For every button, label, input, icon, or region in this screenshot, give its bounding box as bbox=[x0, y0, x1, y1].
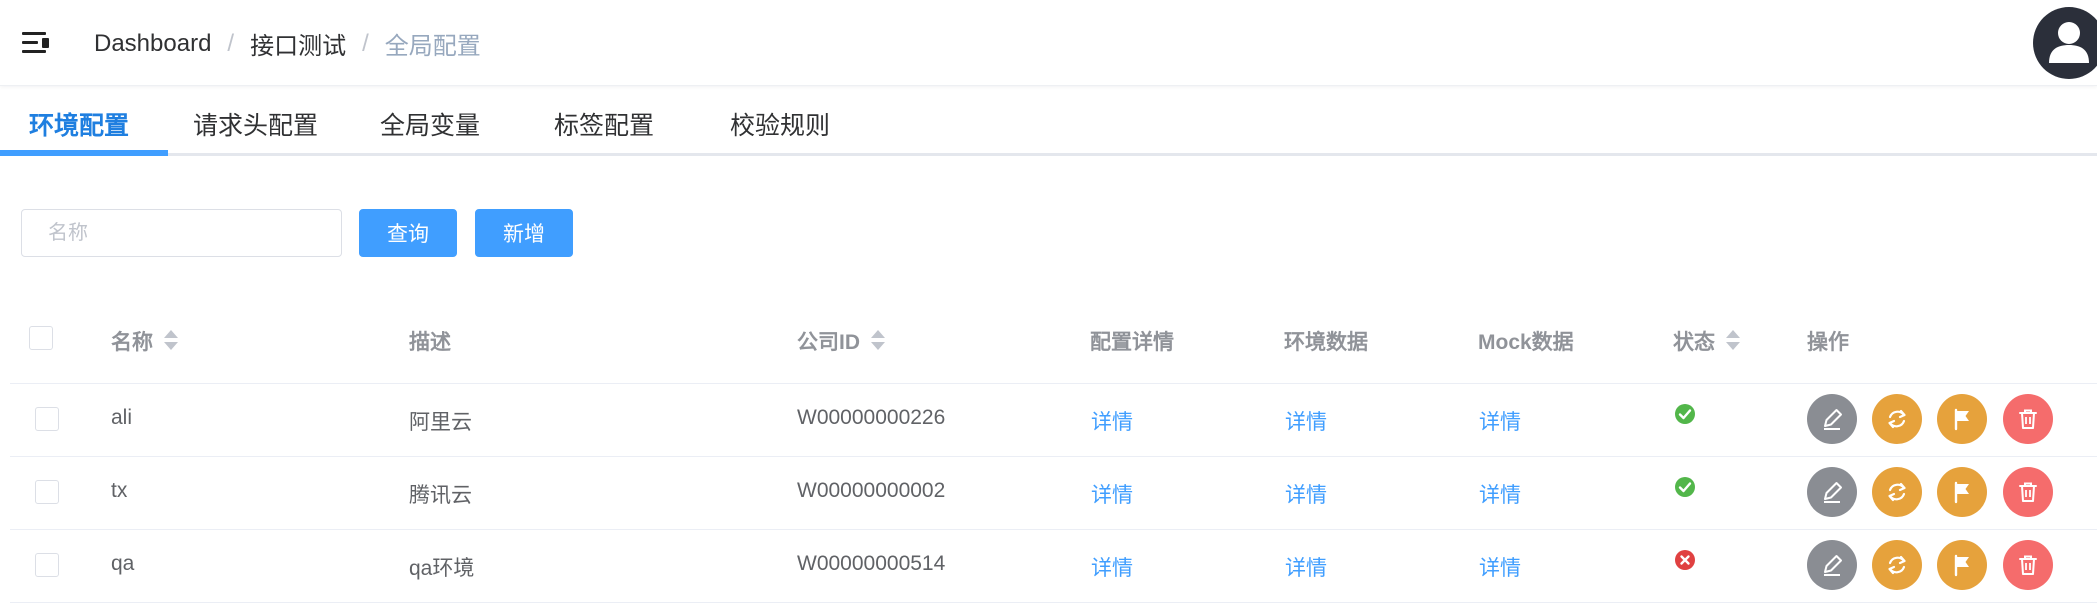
column-header-status[interactable]: 状态 bbox=[1673, 326, 1741, 356]
config-detail-link[interactable]: 详情 bbox=[1091, 479, 1133, 509]
sync-button[interactable] bbox=[1872, 394, 1922, 444]
trash-icon bbox=[2019, 482, 2037, 502]
breadcrumb-dashboard[interactable]: Dashboard bbox=[94, 30, 211, 58]
flag-icon bbox=[1954, 481, 1969, 504]
row-checkbox[interactable] bbox=[35, 553, 59, 577]
add-button[interactable]: 新增 bbox=[475, 209, 573, 257]
cell-name: ali bbox=[111, 406, 133, 429]
mock-data-link[interactable]: 详情 bbox=[1479, 406, 1521, 436]
edit-button[interactable] bbox=[1807, 467, 1857, 517]
breadcrumb-separator: / bbox=[362, 29, 369, 57]
cell-desc: qa环境 bbox=[409, 557, 475, 580]
delete-button[interactable] bbox=[2003, 394, 2053, 444]
refresh-icon bbox=[1888, 482, 1906, 502]
config-detail-link[interactable]: 详情 bbox=[1091, 552, 1133, 582]
user-avatar-icon[interactable] bbox=[2033, 7, 2097, 79]
status-error-icon bbox=[1675, 550, 1695, 570]
mock-data-link[interactable]: 详情 bbox=[1479, 552, 1521, 582]
sort-icon[interactable] bbox=[163, 329, 179, 353]
env-data-link[interactable]: 详情 bbox=[1285, 479, 1327, 509]
trash-icon bbox=[2019, 409, 2037, 429]
cell-company-id: W00000000226 bbox=[797, 406, 946, 429]
cell-company-id: W00000000002 bbox=[797, 479, 946, 502]
column-header-company-id[interactable]: 公司ID bbox=[797, 326, 886, 356]
breadcrumb-separator: / bbox=[227, 29, 235, 57]
column-header-mock-data: Mock数据 bbox=[1478, 331, 1574, 354]
pencil-icon bbox=[1824, 409, 1842, 430]
config-detail-link[interactable]: 详情 bbox=[1091, 406, 1133, 436]
edit-button[interactable] bbox=[1807, 540, 1857, 590]
table-row: tx 腾讯云 W00000000002 详情 详情 详情 bbox=[10, 457, 2097, 530]
edit-button[interactable] bbox=[1807, 394, 1857, 444]
status-ok-icon bbox=[1675, 404, 1695, 424]
breadcrumb-current: 全局配置 bbox=[384, 33, 481, 60]
sync-button[interactable] bbox=[1872, 467, 1922, 517]
config-tabs: 环境配置 请求头配置 全局变量 标签配置 校验规则 bbox=[0, 88, 2097, 156]
delete-button[interactable] bbox=[2003, 467, 2053, 517]
tab-env-config[interactable]: 环境配置 bbox=[29, 106, 129, 142]
column-header-env-data: 环境数据 bbox=[1284, 331, 1368, 354]
row-checkbox[interactable] bbox=[35, 407, 59, 431]
sort-icon[interactable] bbox=[1725, 329, 1741, 353]
pencil-icon bbox=[1824, 482, 1842, 503]
table-row: ali 阿里云 W00000000226 详情 详情 详情 bbox=[10, 384, 2097, 457]
trash-icon bbox=[2019, 555, 2037, 575]
cell-company-id: W00000000514 bbox=[797, 552, 946, 575]
menu-toggle-icon[interactable] bbox=[22, 30, 50, 56]
table-header: 名称 描述 公司ID 配置详情 环境数据 Mock数据 状态 操作 bbox=[10, 300, 2097, 384]
select-all-checkbox[interactable] bbox=[29, 326, 53, 350]
query-button[interactable]: 查询 bbox=[359, 209, 457, 257]
mock-data-link[interactable]: 详情 bbox=[1479, 479, 1521, 509]
cell-name: tx bbox=[111, 479, 128, 502]
tab-tag-config[interactable]: 标签配置 bbox=[554, 106, 654, 142]
tab-global-variables[interactable]: 全局变量 bbox=[380, 106, 480, 142]
tab-validation-rules[interactable]: 校验规则 bbox=[730, 106, 830, 142]
breadcrumb-api-test[interactable]: 接口测试 bbox=[250, 26, 346, 61]
cell-desc: 阿里云 bbox=[409, 411, 472, 434]
delete-button[interactable] bbox=[2003, 540, 2053, 590]
env-data-link[interactable]: 详情 bbox=[1285, 406, 1327, 436]
cell-desc: 腾讯云 bbox=[409, 484, 472, 507]
sort-icon[interactable] bbox=[870, 329, 886, 353]
flag-icon bbox=[1954, 408, 1969, 431]
pencil-icon bbox=[1824, 555, 1842, 576]
tab-header-config[interactable]: 请求头配置 bbox=[193, 106, 318, 142]
active-tab-indicator bbox=[0, 150, 168, 156]
column-header-config-detail: 配置详情 bbox=[1090, 331, 1174, 354]
env-data-link[interactable]: 详情 bbox=[1285, 552, 1327, 582]
navbar: Dashboard / 接口测试 / 全局配置 bbox=[0, 0, 2097, 86]
status-ok-icon bbox=[1675, 477, 1695, 497]
refresh-icon bbox=[1888, 555, 1906, 575]
name-search-input[interactable] bbox=[21, 209, 342, 257]
sync-button[interactable] bbox=[1872, 540, 1922, 590]
cell-name: qa bbox=[111, 552, 135, 575]
breadcrumb: Dashboard / 接口测试 / 全局配置 bbox=[94, 26, 481, 61]
table-row: qa qa环境 W00000000514 详情 详情 详情 bbox=[10, 530, 2097, 603]
flag-icon bbox=[1954, 554, 1969, 577]
column-header-name[interactable]: 名称 bbox=[111, 326, 179, 356]
row-checkbox[interactable] bbox=[35, 480, 59, 504]
column-header-desc: 描述 bbox=[409, 331, 451, 354]
flag-button[interactable] bbox=[1937, 467, 1987, 517]
flag-button[interactable] bbox=[1937, 540, 1987, 590]
refresh-icon bbox=[1888, 409, 1906, 429]
flag-button[interactable] bbox=[1937, 394, 1987, 444]
column-header-actions: 操作 bbox=[1807, 331, 1849, 354]
